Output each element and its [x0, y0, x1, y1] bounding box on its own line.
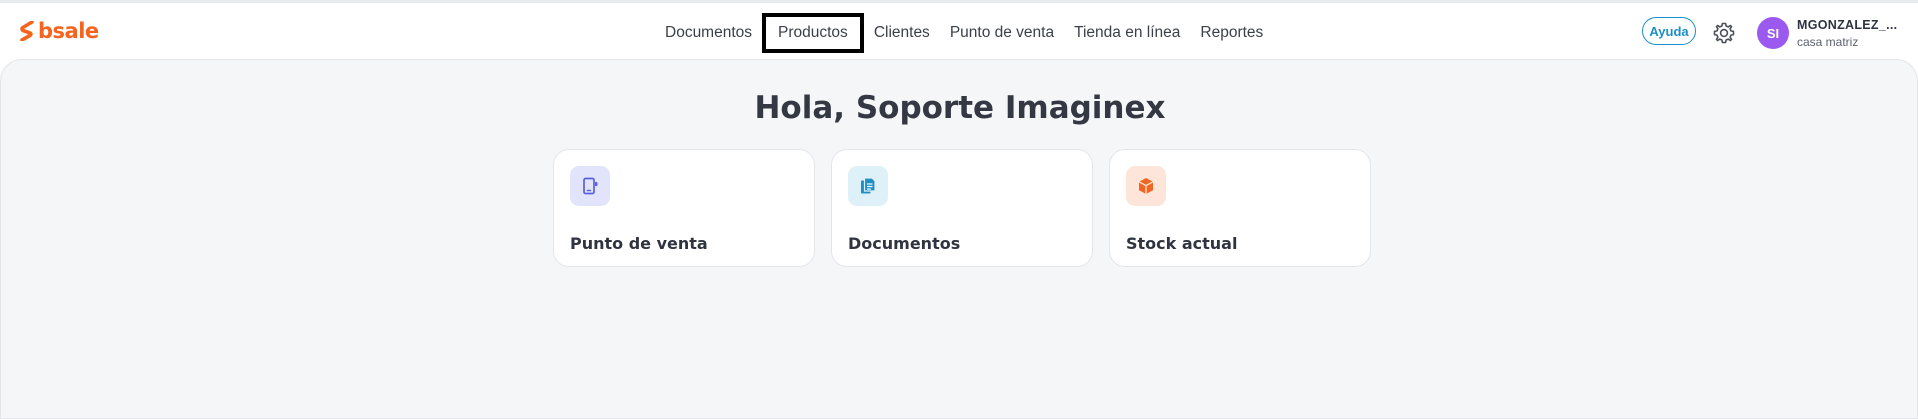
card-punto-de-venta[interactable]: Punto de venta	[553, 149, 815, 267]
tablet-icon	[583, 177, 598, 195]
top-header: bsale Documentos Productos Clientes Punt…	[0, 3, 1918, 59]
brand-logo[interactable]: bsale	[20, 19, 99, 43]
nav-tienda-en-linea[interactable]: Tienda en línea	[1064, 13, 1190, 53]
user-branch: casa matriz	[1797, 35, 1859, 49]
brand-name: bsale	[38, 19, 99, 43]
document-icon	[861, 177, 876, 194]
main-content: Hola, Soporte Imaginex Punto de venta Do…	[0, 59, 1918, 419]
card-icon-bg	[570, 166, 610, 206]
card-title: Punto de venta	[570, 234, 708, 253]
card-icon-bg	[1126, 166, 1166, 206]
card-documentos[interactable]: Documentos	[831, 149, 1093, 267]
card-title: Documentos	[848, 234, 961, 253]
card-stock-actual[interactable]: Stock actual	[1109, 149, 1371, 267]
help-button[interactable]: Ayuda	[1642, 17, 1696, 45]
box-icon	[1138, 178, 1154, 194]
card-title: Stock actual	[1126, 234, 1238, 253]
nav-reportes[interactable]: Reportes	[1190, 13, 1273, 53]
bsale-logo-icon	[20, 21, 34, 41]
nav-clientes[interactable]: Clientes	[864, 13, 940, 53]
nav-productos[interactable]: Productos	[762, 13, 864, 53]
main-nav: Documentos Productos Clientes Punto de v…	[655, 13, 1273, 53]
nav-documentos[interactable]: Documentos	[655, 13, 762, 53]
nav-punto-de-venta[interactable]: Punto de venta	[940, 13, 1064, 53]
card-icon-bg	[848, 166, 888, 206]
page-title: Hola, Soporte Imaginex	[754, 90, 1166, 126]
user-name[interactable]: MGONZALEZ_...	[1797, 18, 1897, 32]
gear-icon[interactable]	[1712, 21, 1736, 45]
avatar[interactable]: SI	[1757, 17, 1789, 49]
